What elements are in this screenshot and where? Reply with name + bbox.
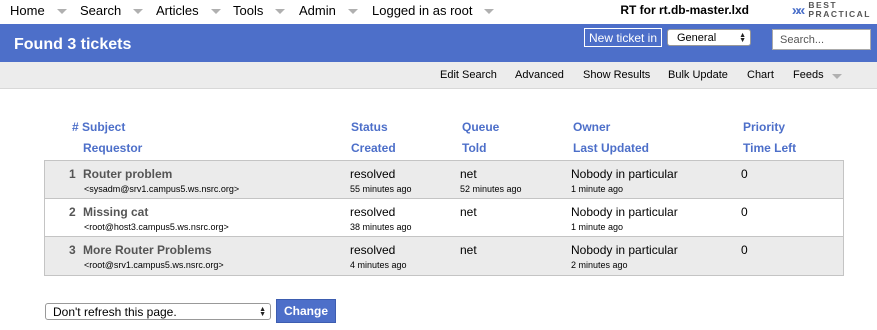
menu-logged-in-label: Logged in as root (372, 3, 473, 18)
queue-select-value: General (677, 31, 717, 44)
menu-search-label: Search (80, 3, 122, 18)
page-header: Found 3 tickets New ticket in General ▲ ▼… (0, 24, 877, 62)
ticket-last-updated: 1 minute ago (571, 184, 624, 194)
bulk-update-link[interactable]: Bulk Update (668, 69, 728, 81)
refresh-select-value: Don't refresh this page. (53, 304, 177, 319)
select-arrows-icon: ▲ ▼ (739, 31, 746, 44)
page-menu: Edit Search Advanced Show Results Bulk U… (0, 62, 877, 89)
ticket-priority: 0 (741, 205, 748, 219)
menu-tools[interactable]: Tools (233, 3, 286, 18)
ticket-owner: Nobody in particular (571, 243, 678, 257)
ticket-queue: net (460, 167, 477, 181)
new-ticket-button[interactable]: New ticket in (584, 28, 662, 47)
ticket-subject[interactable]: Missing cat (83, 205, 148, 219)
column-header-requestor[interactable]: Requestor (83, 141, 142, 155)
column-header-priority[interactable]: Priority (743, 120, 785, 134)
advanced-link[interactable]: Advanced (515, 69, 564, 81)
top-menu-bar: Home Search Articles Tools Admin Logged … (0, 0, 877, 22)
menu-admin-label: Admin (299, 3, 336, 18)
best-practical-logo[interactable]: »« BEST PRACTICAL (792, 1, 871, 19)
chevron-down-icon (831, 73, 842, 79)
column-header-last-updated[interactable]: Last Updated (573, 141, 649, 155)
ticket-queue: net (460, 205, 477, 219)
show-results-link[interactable]: Show Results (583, 69, 650, 81)
ticket-owner: Nobody in particular (571, 205, 678, 219)
edit-search-link[interactable]: Edit Search (440, 69, 497, 81)
chevron-down-icon (484, 9, 495, 14)
column-header-status[interactable]: Status (351, 120, 388, 134)
page-title: Found 3 tickets (14, 36, 132, 53)
column-header-time-left[interactable]: Time Left (743, 141, 796, 155)
menu-articles[interactable]: Articles (156, 3, 221, 18)
ticket-priority: 0 (741, 167, 748, 181)
chevron-down-icon (133, 9, 144, 14)
ticket-status: resolved (350, 167, 396, 181)
chevron-down-icon (275, 9, 286, 14)
table-row: 3 More Router Problems resolved net Nobo… (45, 237, 843, 275)
column-header-created[interactable]: Created (351, 141, 396, 155)
ticket-last-updated: 1 minute ago (571, 222, 624, 232)
menu-home[interactable]: Home (10, 3, 67, 18)
ticket-last-updated: 2 minutes ago (571, 260, 628, 270)
select-arrows-icon: ▲ ▼ (259, 305, 266, 318)
table-row: 1 Router problem resolved net Nobody in … (45, 161, 843, 199)
chevron-down-icon (210, 9, 221, 14)
menu-tools-label: Tools (233, 3, 264, 18)
queue-select[interactable]: General ▲ ▼ (667, 29, 751, 46)
column-header-told[interactable]: Told (462, 141, 486, 155)
column-header-owner[interactable]: Owner (573, 120, 610, 134)
ticket-owner: Nobody in particular (571, 167, 678, 181)
ticket-requestor[interactable]: <sysadm@srv1.campus5.ws.nsrc.org> (84, 184, 239, 194)
chevron-down-icon (56, 9, 67, 14)
search-input[interactable]: Search... (772, 29, 871, 50)
ticket-subject[interactable]: Router problem (83, 167, 172, 181)
chevron-down-icon (347, 9, 358, 14)
ticket-created: 55 minutes ago (350, 184, 412, 194)
ticket-status: resolved (350, 205, 396, 219)
ticket-told: 52 minutes ago (460, 184, 522, 194)
ticket-requestor[interactable]: <root@srv1.campus5.ws.nsrc.org> (84, 260, 224, 270)
logo-line-2: PRACTICAL (808, 9, 871, 19)
rt-instance-title: RT for rt.db-master.lxd (620, 3, 749, 17)
ticket-results-table: 1 Router problem resolved net Nobody in … (44, 160, 844, 276)
ticket-id[interactable]: 3 (69, 243, 76, 257)
ticket-requestor[interactable]: <root@host3.campus5.ws.nsrc.org> (84, 222, 229, 232)
ticket-created: 38 minutes ago (350, 222, 412, 232)
ticket-status: resolved (350, 243, 396, 257)
table-row: 2 Missing cat resolved net Nobody in par… (45, 199, 843, 237)
ticket-id[interactable]: 2 (69, 205, 76, 219)
ticket-created: 4 minutes ago (350, 260, 407, 270)
menu-articles-label: Articles (156, 3, 199, 18)
ticket-priority: 0 (741, 243, 748, 257)
menu-admin[interactable]: Admin (299, 3, 358, 18)
feeds-label: Feeds (793, 69, 824, 81)
logo-chevrons-icon: »« (791, 1, 806, 19)
refresh-interval-select[interactable]: Don't refresh this page. ▲ ▼ (45, 303, 271, 320)
feeds-menu[interactable]: Feeds (793, 69, 842, 81)
menu-search[interactable]: Search (80, 3, 144, 18)
column-header-queue[interactable]: Queue (462, 120, 499, 134)
column-header-subject[interactable]: # Subject (72, 120, 125, 134)
menu-logged-in[interactable]: Logged in as root (372, 3, 495, 18)
chart-link[interactable]: Chart (747, 69, 774, 81)
menu-home-label: Home (10, 3, 45, 18)
logo-wordmark: BEST PRACTICAL (808, 1, 871, 19)
change-button[interactable]: Change (276, 299, 336, 323)
ticket-queue: net (460, 243, 477, 257)
ticket-subject[interactable]: More Router Problems (83, 243, 212, 257)
ticket-id[interactable]: 1 (69, 167, 76, 181)
